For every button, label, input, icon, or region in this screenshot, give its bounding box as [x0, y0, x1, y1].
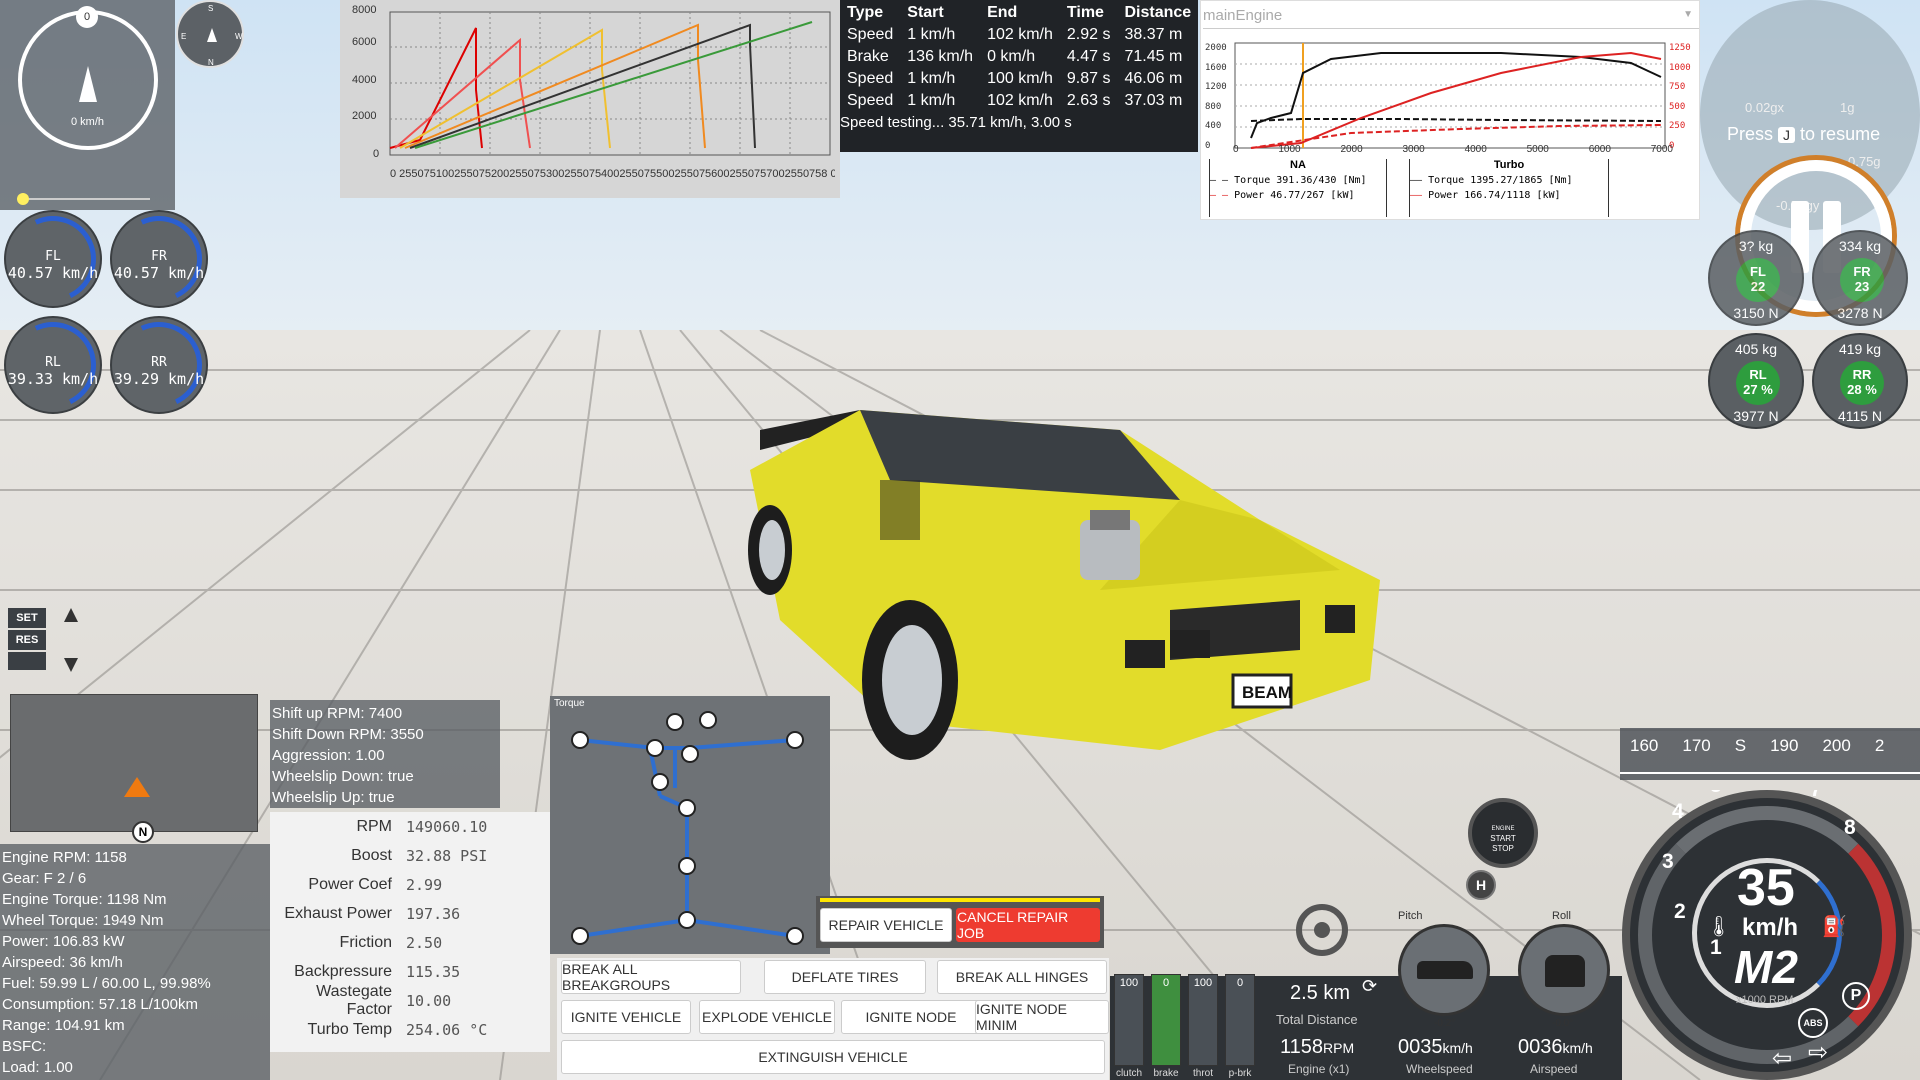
chevron-down-icon: ▼	[1683, 9, 1693, 20]
engine-graph-panel: mainEngine ▼ 2000 1600 1200 800 400 0 1250 1000…	[1200, 0, 1700, 220]
roll-gauge	[1518, 924, 1610, 1016]
mini-compass-arrow-icon	[207, 28, 217, 42]
truck-front-icon	[1545, 955, 1585, 987]
total-distance: 2.5 km	[1290, 982, 1351, 1004]
key-j-icon: J	[1778, 127, 1796, 143]
explode-vehicle-button[interactable]: Explode vehicle	[699, 1000, 835, 1034]
gear-indicator: M2	[1734, 941, 1798, 993]
engine-legend-turbo: Turbo —— Torque 1395.27/1865 [Nm] —— Pow…	[1409, 159, 1609, 217]
slider-handle[interactable]	[17, 193, 29, 205]
mini-compass: S N E W	[176, 0, 244, 68]
speedometer: 1 2 3 4 5 6 7 8 35 km/h M2 x1000 RPM 🌡 ⛽…	[1622, 790, 1920, 1080]
repair-vehicle-button[interactable]: Repair vehicle	[820, 908, 952, 942]
pickup-truck-icon	[1417, 961, 1473, 979]
compass-panel: 0 0 km/h	[0, 0, 175, 210]
compass-heading: 0	[76, 6, 98, 28]
turn-signal-left-icon: ⇦	[1772, 1045, 1793, 1072]
accel-ytick: 6000	[352, 36, 377, 48]
timing-status: Speed testing... 35.71 km/h, 3.00 s	[840, 114, 1072, 131]
handbrake-icon: H	[1466, 870, 1496, 900]
tire-gauge-fr: 334 kg FR 23 3278 N	[1812, 230, 1908, 326]
pitch-gauge	[1398, 924, 1490, 1016]
engine-xaxis: 0 1000 2000 3000 4000 5000 6000 7000	[1233, 144, 1673, 155]
temperature-icon: 🌡	[1706, 916, 1732, 938]
engine-start-stop-button[interactable]: ENGINE START STOP	[1468, 798, 1538, 868]
cruise-res-button[interactable]: RES	[8, 630, 46, 650]
cruise-set-button[interactable]: SET	[8, 608, 46, 628]
tire-gauge-fl: 3? kg FL 22 3150 N	[1708, 230, 1804, 326]
accel-ytick: 2000	[352, 110, 377, 122]
cancel-repair-button[interactable]: Cancel repair job	[956, 908, 1100, 942]
action-buttons: Break all breakgroups Deflate tires Brea…	[557, 958, 1109, 1080]
wheel-gauge-rl: RL 39.33 km/h	[0, 309, 109, 421]
pedal-bars: 100 clutch 0 brake 100 throt 0 p-brk	[1110, 974, 1262, 1080]
pause-prompt: Press J to resume	[1727, 124, 1881, 144]
speed-readout: 35	[1737, 859, 1795, 917]
pedal-bar-brake: 0 brake	[1151, 974, 1181, 1079]
ignite-node-minimal-button[interactable]: Ignite node minim	[975, 1000, 1109, 1034]
wheel-gauge-rr: RR 39.29 km/h	[103, 309, 215, 421]
break-hinges-button[interactable]: Break all hinges	[937, 960, 1107, 994]
acceleration-chart: 8000 6000 4000 2000 0 0 2550751002550752…	[340, 0, 840, 198]
engine-dropdown[interactable]: mainEngine ▼	[1203, 7, 1699, 29]
accel-ytick: 8000	[352, 4, 377, 16]
timing-table: Type Start End Time Distance Speed 1 km/h 102 …	[840, 0, 1198, 152]
tire-gauge-rl: 405 kg RL 27 % 3977 N	[1708, 333, 1804, 429]
cruise-up-icon[interactable]	[64, 608, 78, 622]
compass-arrow-icon	[79, 66, 97, 102]
deflate-tires-button[interactable]: Deflate tires	[764, 960, 926, 994]
turn-signal-right-icon: ⇨	[1808, 1039, 1829, 1066]
slider-track[interactable]	[18, 198, 150, 200]
vehicle[interactable]: BEAM	[740, 390, 1380, 820]
pedal-bar-clutch: 100 clutch	[1114, 974, 1144, 1079]
extinguish-vehicle-button[interactable]: Extinguish vehicle	[561, 1040, 1105, 1074]
ignite-node-button[interactable]: Ignite node	[841, 1000, 981, 1034]
fuel-icon: ⛽	[1822, 916, 1847, 938]
compass-speed: 0 km/h	[70, 116, 104, 128]
gearbox-info: Shift up RPM: 7400 Shift Down RPM: 3550 Ag…	[270, 700, 500, 808]
wheel-gauge-fr: FR 40.57 km/h	[103, 203, 215, 315]
minimap[interactable]	[10, 694, 258, 832]
reset-icon[interactable]: ⟳	[1362, 976, 1377, 997]
engine-yaxis-right: 1250 1000 750 500 250 0	[1669, 43, 1691, 151]
minimap-north-icon: N	[132, 821, 154, 843]
cruise-speedometer-icon[interactable]	[8, 652, 46, 670]
ignite-vehicle-button[interactable]: Ignite vehicle	[561, 1000, 691, 1034]
cruise-control: SET RES	[8, 608, 88, 672]
player-arrow-icon	[124, 777, 150, 797]
turbo-params: RPM 149060.10 Boost 32.88 PSI Power Coef 2.…	[270, 812, 550, 1052]
accel-ytick: 4000	[352, 74, 377, 86]
heading-tape: 160 170 S 190 200 2	[1620, 728, 1920, 780]
vehicle-stats: Engine RPM: 1158 Gear: F 2 / 6 Engine Torq…	[0, 844, 270, 1080]
powertrain-diagram: Torque	[550, 696, 830, 954]
cruise-down-icon[interactable]	[64, 658, 78, 672]
steering-wheel-icon	[1296, 904, 1348, 956]
engine-legend-na: NA ‒ ‒ Torque 391.36/430 [Nm] ‒ ‒ Power …	[1209, 159, 1387, 217]
svg-text:BEAM: BEAM	[1242, 683, 1292, 702]
pedal-bar-throttle: 100 throt	[1188, 974, 1218, 1079]
accel-ytick: 0	[373, 148, 380, 160]
abs-icon: ABS	[1798, 1008, 1828, 1038]
engine-yaxis-left: 2000 1600 1200 800 400 0	[1205, 43, 1227, 151]
accel-xticks: 0 25507510025507520025507530025507540025…	[390, 168, 835, 180]
tire-gauge-rr: 419 kg RR 28 % 4115 N	[1812, 333, 1908, 429]
parking-brake-icon: P	[1842, 982, 1870, 1010]
pedal-bar-parking-brake: 0 p-brk	[1225, 974, 1255, 1079]
repair-panel: Repair vehicle Cancel repair job	[816, 896, 1104, 948]
wheel-gauge-fl: FL 40.57 km/h	[0, 203, 109, 315]
break-breakgroups-button[interactable]: Break all breakgroups	[561, 960, 741, 994]
